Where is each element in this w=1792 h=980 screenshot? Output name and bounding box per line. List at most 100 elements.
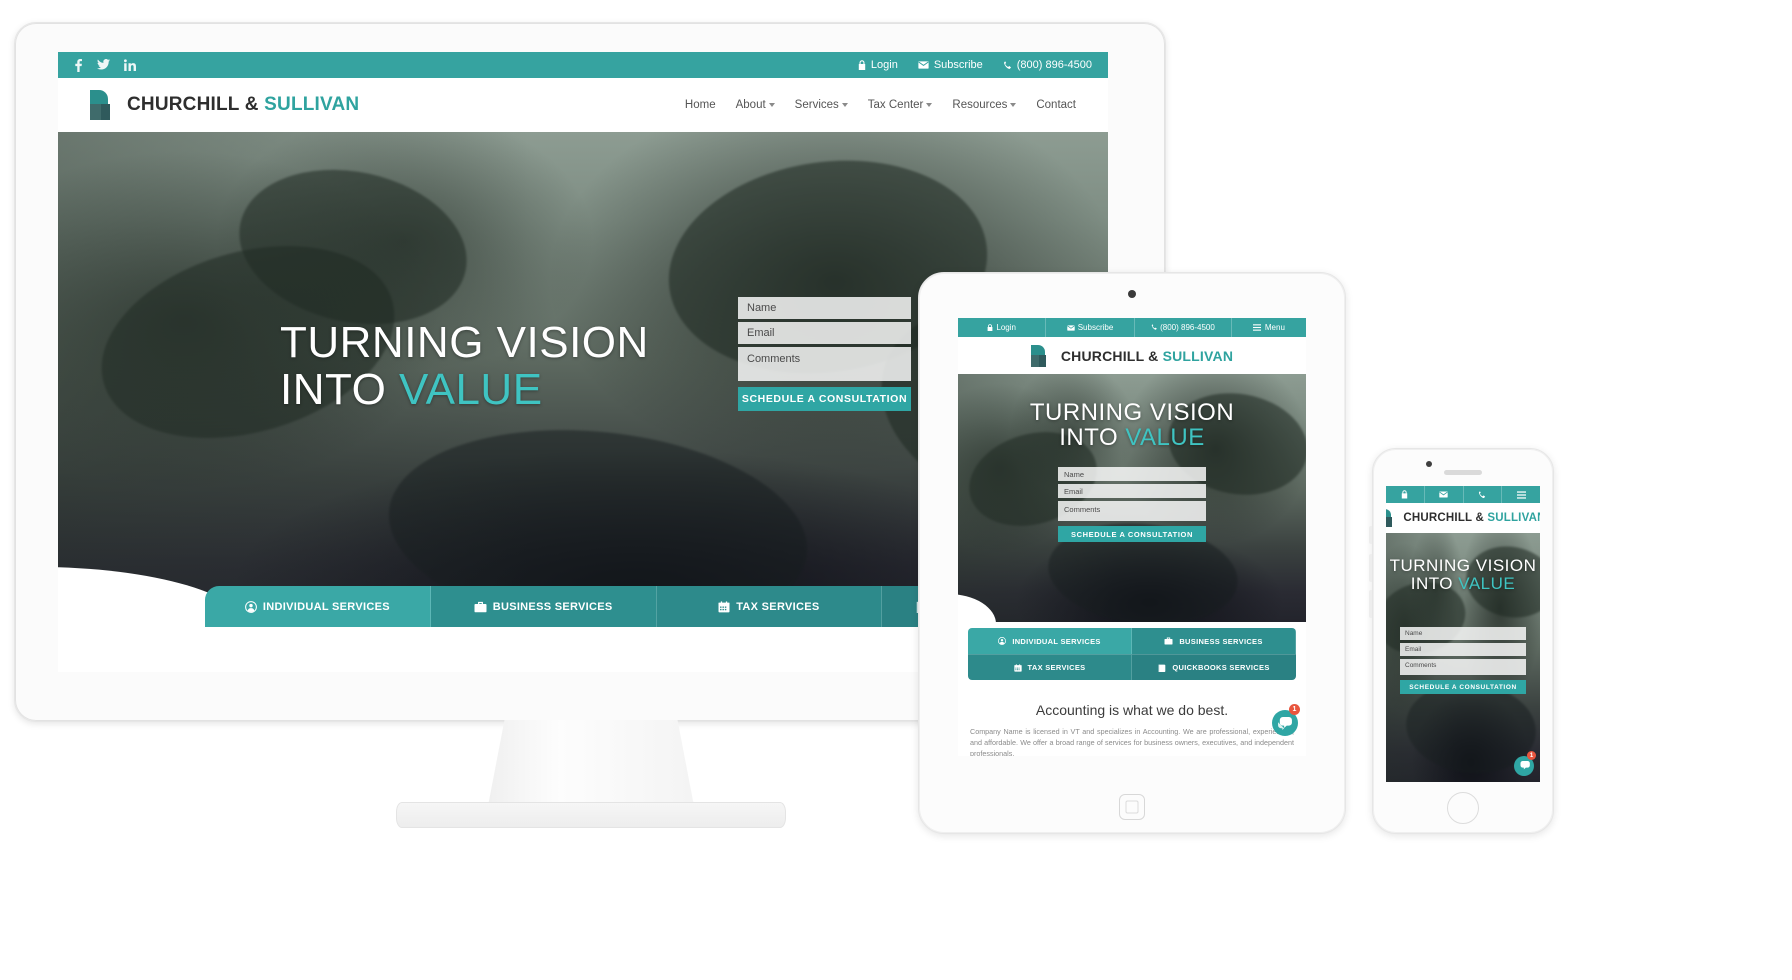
topbar-subscribe[interactable]: Subscribe	[918, 59, 983, 71]
tab-tax-services[interactable]: TAX SERVICES	[656, 586, 883, 627]
nav-item-about[interactable]: About	[736, 99, 775, 111]
nav-item-contact[interactable]: Contact	[1036, 99, 1076, 111]
hero-headline-line2: INTO	[1410, 574, 1459, 594]
envelope-icon	[1439, 491, 1448, 498]
chevron-down-icon	[1010, 103, 1017, 107]
hero-headline-accent: VALUE	[1458, 574, 1516, 594]
schedule-consultation-button[interactable]: SCHEDULE A CONSULTATION	[1058, 526, 1206, 542]
calendar-icon	[1013, 663, 1022, 672]
phone-hero: TURNING VISION INTO VALUE Name Email Com…	[1386, 533, 1540, 782]
comments-input[interactable]: Comments	[738, 347, 911, 381]
email-input[interactable]: Email	[1400, 643, 1526, 656]
schedule-consultation-button[interactable]: SCHEDULE A CONSULTATION	[1400, 680, 1526, 694]
content-heading: Accounting is what we do best.	[1035, 702, 1229, 718]
phone-camera	[1426, 461, 1432, 467]
hero-headline-line2: INTO	[1059, 424, 1126, 452]
phone-topbar-login[interactable]	[1386, 486, 1425, 503]
desktop-stand-base	[396, 802, 786, 828]
nav-item-home[interactable]: Home	[685, 99, 716, 111]
tablet-device: Login Subscribe (800) 896-4500 Menu CHUR…	[918, 272, 1346, 834]
phone-device: CHURCHILL & SULLIVAN TURNING VISION INTO…	[1369, 448, 1554, 834]
name-input[interactable]: Name	[1058, 467, 1206, 481]
tablet-topbar-phone[interactable]: (800) 896-4500	[1135, 318, 1232, 337]
schedule-consultation-button[interactable]: SCHEDULE A CONSULTATION	[738, 387, 911, 411]
name-input[interactable]: Name	[738, 297, 911, 319]
hero-headline: TURNING VISION INTO VALUE	[280, 319, 649, 414]
service-tabs: INDIVIDUAL SERVICES BUSINESS SERVICES TA…	[968, 628, 1296, 680]
nav-label: Contact	[1036, 99, 1076, 111]
topbar-login-label: Login	[870, 59, 898, 71]
topbar-subscribe-label: Subscribe	[933, 59, 983, 71]
logo-text-dark: CHURCHILL &	[127, 94, 265, 115]
logo-text-accent: SULLIVAN	[264, 94, 360, 115]
social-links	[74, 58, 136, 72]
logo-mark-icon	[1030, 344, 1052, 367]
hero-headline-line2: INTO	[280, 364, 400, 414]
briefcase-icon	[1164, 637, 1173, 645]
site-logo[interactable]: CHURCHILL & SULLIVAN	[1386, 509, 1540, 527]
logo-text: CHURCHILL & SULLIVAN	[1061, 348, 1233, 364]
logo-text-dark: CHURCHILL &	[1403, 512, 1488, 524]
topbar-login[interactable]: Login	[858, 59, 898, 71]
phone-topbar-phone[interactable]	[1464, 486, 1503, 503]
topbar-phone-label: (800) 896-4500	[1016, 59, 1092, 71]
phone-home-button[interactable]	[1447, 792, 1479, 824]
phone-mute-switch[interactable]	[1369, 526, 1372, 544]
tablet-home-button[interactable]	[1119, 794, 1145, 820]
logo-text: CHURCHILL & SULLIVAN	[127, 94, 359, 116]
phone-volume-down-button[interactable]	[1369, 590, 1372, 618]
hero-headline-line1: TURNING VISION	[1029, 399, 1235, 426]
hero-headline: TURNING VISION INTO VALUE	[958, 400, 1306, 451]
chat-unread-badge: 1	[1289, 704, 1300, 715]
tab-individual-services[interactable]: INDIVIDUAL SERVICES	[205, 586, 431, 627]
comments-input[interactable]: Comments	[1058, 501, 1206, 521]
envelope-icon	[1067, 324, 1075, 331]
tab-quickbooks-services[interactable]: QUICKBOOKS SERVICES	[1132, 654, 1296, 680]
facebook-icon[interactable]	[74, 58, 83, 72]
tab-business-services[interactable]: BUSINESS SERVICES	[1132, 628, 1296, 654]
name-input[interactable]: Name	[1400, 627, 1526, 640]
tab-label: BUSINESS SERVICES	[1179, 636, 1263, 646]
email-input[interactable]: Email	[1058, 484, 1206, 498]
site-logo[interactable]: CHURCHILL & SULLIVAN	[1030, 344, 1233, 367]
tablet-tabs-wrap: INDIVIDUAL SERVICES BUSINESS SERVICES TA…	[958, 622, 1306, 680]
email-input[interactable]: Email	[738, 322, 911, 344]
tab-tax-services[interactable]: TAX SERVICES	[968, 654, 1132, 680]
tablet-topbar-subscribe[interactable]: Subscribe	[1046, 318, 1135, 337]
nav-item-tax-center[interactable]: Tax Center	[868, 99, 933, 111]
chat-icon	[1278, 716, 1292, 730]
phone-speaker	[1444, 470, 1482, 475]
site-logo[interactable]: CHURCHILL & SULLIVAN	[90, 90, 359, 120]
nav-item-resources[interactable]: Resources	[952, 99, 1017, 111]
topbar-phone[interactable]: (800) 896-4500	[1003, 59, 1092, 71]
tablet-content: Accounting is what we do best. Company N…	[958, 680, 1306, 756]
logo-text-accent: SULLIVAN	[1487, 512, 1540, 524]
desktop-header: CHURCHILL & SULLIVAN Home About Services…	[58, 78, 1108, 132]
tablet-menu-label: Menu	[1264, 323, 1285, 332]
phone-menu-button[interactable]	[1502, 486, 1540, 503]
briefcase-icon	[474, 601, 487, 612]
twitter-icon[interactable]	[97, 58, 110, 72]
tablet-header: CHURCHILL & SULLIVAN	[958, 337, 1306, 374]
tablet-topbar-login[interactable]: Login	[958, 318, 1047, 337]
hero-headline-accent: VALUE	[1125, 424, 1205, 452]
phone-volume-up-button[interactable]	[1369, 554, 1372, 582]
logo-text-dark: CHURCHILL &	[1060, 347, 1163, 364]
logo-text: CHURCHILL & SULLIVAN	[1403, 512, 1540, 524]
tab-individual-services[interactable]: INDIVIDUAL SERVICES	[968, 628, 1132, 654]
hamburger-icon	[1516, 490, 1526, 499]
tablet-menu-button[interactable]: Menu	[1232, 318, 1306, 337]
phone-screen: CHURCHILL & SULLIVAN TURNING VISION INTO…	[1386, 486, 1540, 782]
phone-topbar-subscribe[interactable]	[1425, 486, 1464, 503]
tab-label: BUSINESS SERVICES	[492, 600, 613, 613]
comments-input[interactable]: Comments	[1400, 659, 1526, 675]
chevron-down-icon	[768, 103, 775, 107]
nav-item-services[interactable]: Services	[795, 99, 848, 111]
logo-mark-icon	[90, 90, 118, 120]
linkedin-icon[interactable]	[124, 58, 136, 72]
desktop-stand-neck	[488, 720, 694, 806]
tablet-topbar: Login Subscribe (800) 896-4500 Menu	[958, 318, 1306, 337]
user-circle-icon	[244, 600, 257, 613]
logo-text-accent: SULLIVAN	[1162, 347, 1234, 364]
tab-business-services[interactable]: BUSINESS SERVICES	[430, 586, 657, 627]
